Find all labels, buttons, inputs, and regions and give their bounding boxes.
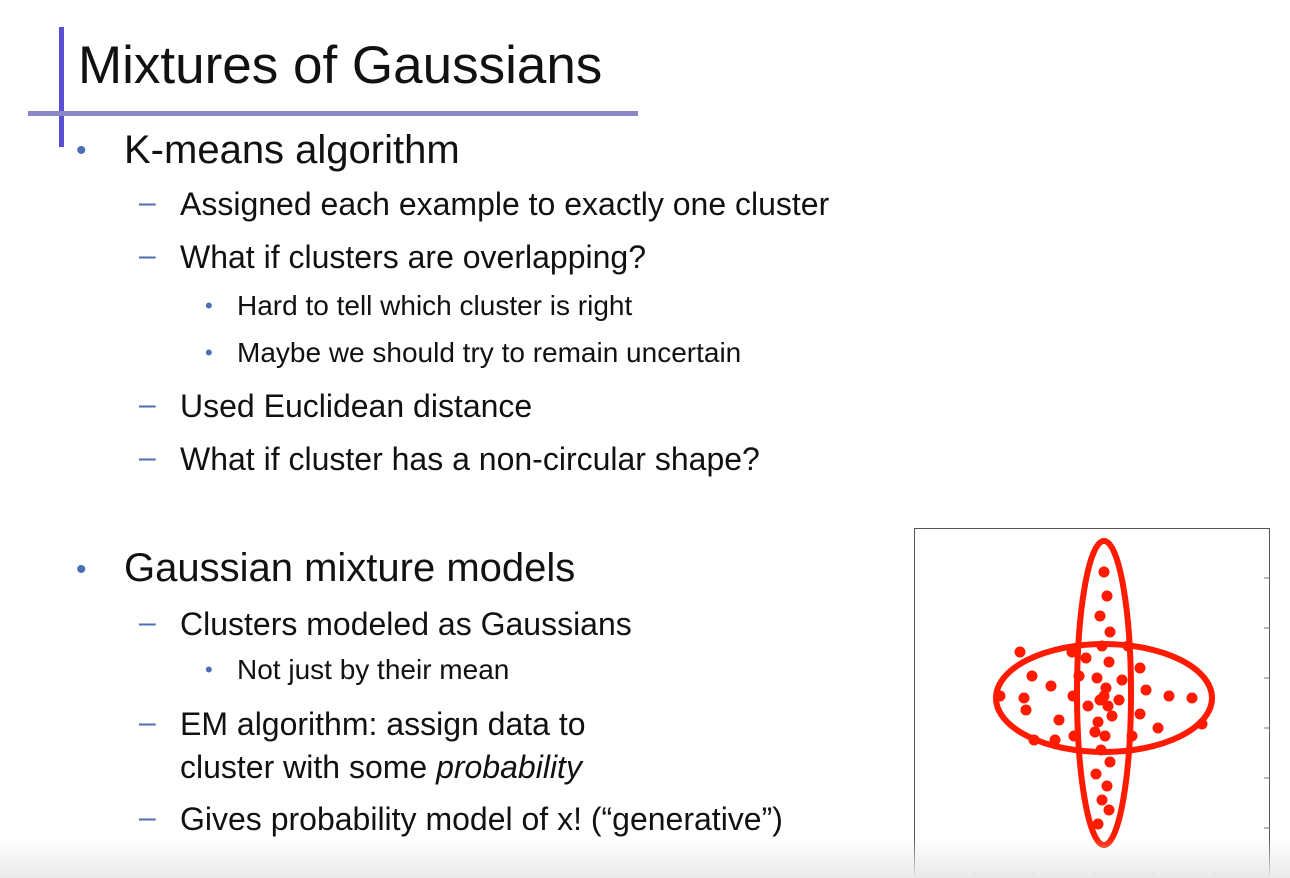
data-point bbox=[1020, 704, 1032, 716]
data-point bbox=[1126, 730, 1138, 742]
data-point bbox=[1026, 670, 1038, 682]
bullet-marker: • bbox=[76, 134, 87, 167]
data-point bbox=[994, 690, 1006, 702]
data-point bbox=[1152, 722, 1164, 734]
data-point bbox=[1098, 690, 1110, 702]
data-point bbox=[1092, 818, 1104, 830]
data-point bbox=[1080, 652, 1092, 664]
data-point bbox=[1134, 708, 1146, 720]
bullet-clusters-as-gaussians: Clusters modeled as Gaussians bbox=[180, 606, 632, 642]
bullet-marker: • bbox=[76, 553, 87, 586]
data-point bbox=[1101, 780, 1113, 792]
title-accent-vertical-bar bbox=[59, 27, 64, 147]
dash-marker: – bbox=[139, 239, 156, 272]
data-point bbox=[1102, 700, 1114, 712]
gaussian-clusters-figure bbox=[914, 528, 1270, 878]
data-point bbox=[1082, 700, 1094, 712]
bullet-assigned-each-example: Assigned each example to exactly one clu… bbox=[180, 186, 830, 222]
bullet-em-algorithm-line1: EM algorithm: assign data to bbox=[180, 706, 586, 742]
data-point bbox=[1099, 730, 1111, 742]
em-probability-emphasis: probability bbox=[436, 749, 582, 785]
sub-bullet-hard-to-tell: Hard to tell which cluster is right bbox=[237, 290, 633, 321]
data-point bbox=[1101, 590, 1113, 602]
section-heading-gmm: Gaussian mixture models bbox=[124, 546, 576, 590]
data-point bbox=[1092, 716, 1104, 728]
dash-marker: – bbox=[139, 801, 156, 834]
data-point bbox=[1067, 690, 1079, 702]
sub-bullet-remain-uncertain: Maybe we should try to remain uncertain bbox=[237, 337, 742, 368]
data-point bbox=[1045, 680, 1057, 692]
data-point bbox=[1122, 640, 1134, 652]
sub-bullet-marker: • bbox=[205, 340, 213, 365]
data-point bbox=[1089, 726, 1101, 738]
data-point bbox=[1068, 730, 1080, 742]
data-point bbox=[1018, 692, 1030, 704]
data-point bbox=[1196, 718, 1208, 730]
bullet-generative-model: Gives probability model of x! (“generati… bbox=[180, 801, 783, 837]
em-line2-text: cluster with some bbox=[180, 749, 437, 785]
bullet-euclidean-distance: Used Euclidean distance bbox=[180, 388, 533, 424]
data-point bbox=[1091, 672, 1103, 684]
dash-marker: – bbox=[139, 606, 156, 639]
section-heading-kmeans: K-means algorithm bbox=[124, 128, 460, 172]
data-point bbox=[1140, 684, 1152, 696]
data-point bbox=[1090, 768, 1102, 780]
data-point bbox=[1104, 756, 1116, 768]
dash-marker: – bbox=[139, 186, 156, 219]
data-point bbox=[1163, 690, 1175, 702]
slide-title: Mixtures of Gaussians bbox=[78, 36, 603, 95]
data-point bbox=[1094, 610, 1106, 622]
sub-bullet-not-just-mean: Not just by their mean bbox=[237, 654, 510, 685]
sub-bullet-marker: • bbox=[205, 293, 213, 318]
sub-bullet-marker: • bbox=[205, 657, 213, 682]
bullet-non-circular-shape: What if cluster has a non-circular shape… bbox=[180, 441, 760, 477]
data-point bbox=[1066, 646, 1078, 658]
data-point bbox=[1096, 640, 1108, 652]
data-point bbox=[1096, 794, 1108, 806]
data-point bbox=[1186, 692, 1198, 704]
dash-marker: – bbox=[139, 388, 156, 421]
dash-marker: – bbox=[139, 441, 156, 474]
data-point bbox=[1113, 694, 1125, 706]
data-point bbox=[1095, 744, 1107, 756]
data-point bbox=[1103, 804, 1115, 816]
data-point bbox=[1098, 566, 1110, 578]
bullet-em-algorithm-line2: cluster with some probability bbox=[180, 749, 582, 786]
data-point bbox=[1116, 674, 1128, 686]
bullet-clusters-overlapping: What if clusters are overlapping? bbox=[180, 239, 646, 275]
data-point bbox=[1049, 734, 1061, 746]
data-point bbox=[1134, 662, 1146, 674]
data-point bbox=[1073, 670, 1085, 682]
data-point bbox=[1103, 656, 1115, 668]
dash-marker: – bbox=[139, 706, 156, 739]
data-point bbox=[1028, 734, 1040, 746]
title-accent-horizontal-bar bbox=[28, 111, 638, 116]
data-point bbox=[1106, 710, 1118, 722]
bottom-edge-shadow bbox=[0, 838, 1290, 878]
data-point bbox=[1053, 714, 1065, 726]
data-point bbox=[1104, 626, 1116, 638]
data-point bbox=[1014, 646, 1026, 658]
